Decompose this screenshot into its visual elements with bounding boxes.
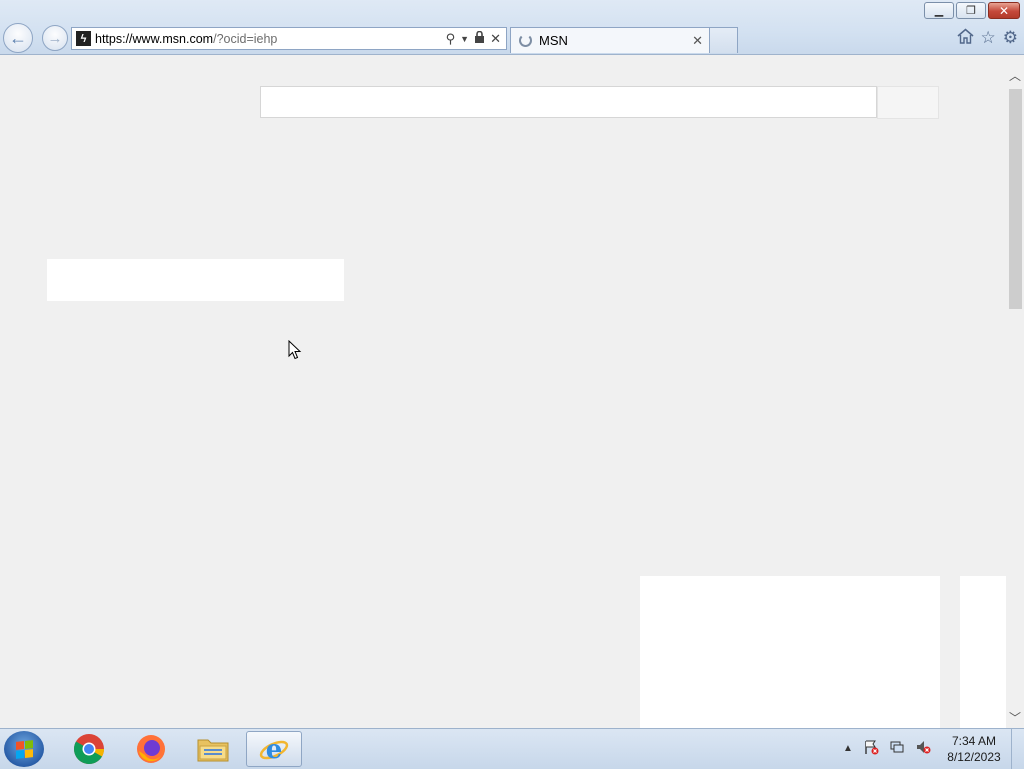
new-tab-button[interactable]: [710, 27, 738, 53]
msn-favicon-icon: ϟ: [76, 31, 91, 46]
start-button[interactable]: [4, 731, 44, 767]
restore-button[interactable]: ❐: [956, 2, 986, 19]
show-desktop-button[interactable]: [1011, 729, 1024, 769]
firefox-icon: [137, 735, 165, 763]
address-bar[interactable]: ϟ https://www.msn.com/?ocid=iehp ⚲ ▼ ✕: [71, 27, 507, 50]
system-tray: ▲: [843, 739, 931, 758]
loading-placeholder: [47, 259, 344, 301]
search-button[interactable]: [877, 86, 939, 119]
search-input[interactable]: [260, 86, 877, 118]
volume-muted-icon[interactable]: [915, 739, 931, 758]
command-bar: ☆ ⚙: [956, 28, 1018, 49]
search-icon[interactable]: ⚲: [446, 31, 456, 47]
scroll-down-arrow-icon[interactable]: ﹀: [1006, 707, 1024, 727]
window-controls: ▁ ❐ ✕: [922, 2, 1020, 19]
lock-icon[interactable]: [474, 30, 485, 47]
home-icon[interactable]: [956, 28, 974, 49]
close-icon: ✕: [998, 3, 1010, 18]
svg-text:e: e: [266, 735, 283, 765]
taskbar-internet-explorer[interactable]: e: [246, 731, 302, 767]
browser-chrome: ▁ ❐ ✕ ← → ϟ https://www.msn.com/?ocid=ie…: [0, 0, 1024, 55]
back-arrow-icon: ←: [9, 27, 27, 48]
tab-close-icon[interactable]: ✕: [692, 33, 703, 49]
chrome-icon: [73, 734, 105, 765]
url-domain: https://www.msn.com: [95, 31, 214, 46]
minimize-icon: ▁: [934, 5, 944, 17]
forward-button[interactable]: →: [42, 25, 68, 51]
taskbar-firefox[interactable]: [123, 731, 179, 767]
content-card-partial: [960, 576, 1006, 728]
address-bar-actions: ⚲ ▼ ✕: [446, 30, 506, 47]
taskbar-explorer[interactable]: [185, 731, 241, 767]
close-button[interactable]: ✕: [988, 2, 1020, 19]
tools-gear-icon[interactable]: ⚙: [1003, 28, 1018, 49]
network-icon[interactable]: [889, 739, 905, 758]
minimize-button[interactable]: ▁: [924, 2, 954, 19]
forward-arrow-icon: →: [47, 29, 63, 47]
stop-icon[interactable]: ✕: [490, 31, 501, 47]
content-card: [640, 576, 940, 728]
internet-explorer-icon: e: [259, 735, 289, 765]
clock-time: 7:34 AM: [951, 734, 997, 748]
page-content: [0, 55, 1006, 728]
loading-spinner-icon: [519, 34, 532, 47]
scroll-up-arrow-icon[interactable]: ︿: [1006, 65, 1024, 85]
favorites-star-icon[interactable]: ☆: [981, 28, 996, 49]
folder-icon: [197, 739, 229, 762]
vertical-scrollbar[interactable]: ︿ ﹀: [1006, 65, 1024, 727]
tab-title: MSN: [539, 33, 568, 48]
url-path: /?ocid=iehp: [213, 31, 278, 46]
restore-icon: ❐: [966, 5, 976, 17]
dropdown-arrow-icon[interactable]: ▼: [460, 34, 469, 44]
action-center-flag-icon[interactable]: [863, 739, 879, 758]
tab-msn[interactable]: MSN ✕: [510, 27, 710, 53]
taskbar: e ▲ 7:34 AM 8/12/2023: [0, 728, 1024, 769]
mouse-cursor-icon: [288, 340, 302, 360]
windows-logo-icon: [15, 739, 33, 759]
show-hidden-icons-arrow-icon[interactable]: ▲: [843, 743, 853, 754]
back-button[interactable]: ←: [3, 23, 33, 53]
taskbar-chrome[interactable]: [61, 731, 117, 767]
system-clock[interactable]: 7:34 AM 8/12/2023: [940, 733, 1008, 765]
scroll-thumb[interactable]: [1009, 89, 1022, 309]
clock-date: 8/12/2023: [947, 750, 1001, 764]
url-field[interactable]: https://www.msn.com/?ocid=iehp: [95, 32, 446, 46]
